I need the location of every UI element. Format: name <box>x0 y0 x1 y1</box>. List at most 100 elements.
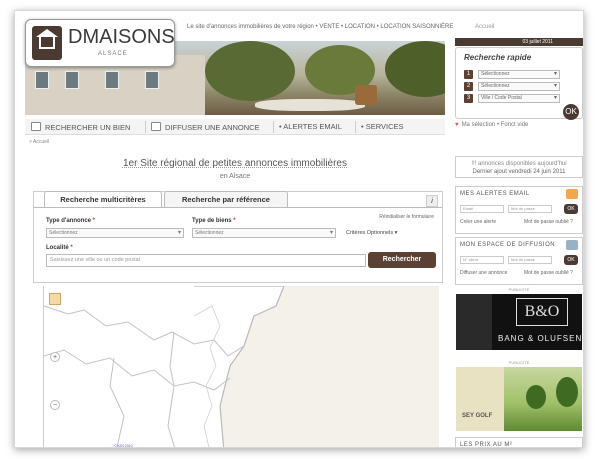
email-alerts-title: MES ALERTES EMAIL <box>460 191 530 197</box>
tab-multicriteria[interactable]: Recherche multicritères <box>44 191 162 208</box>
quick-select-bien[interactable]: Sélectionnez <box>478 82 560 91</box>
banner-tree <box>205 41 295 101</box>
banner-table <box>255 99 365 111</box>
heart-icon: ♥ <box>455 122 459 128</box>
search-panel: Recherche multicritères Recherche par ré… <box>33 191 443 283</box>
diffusion-title: MON ESPACE DE DIFFUSION <box>460 242 556 248</box>
current-date: 03 juillet 2011 <box>522 39 554 45</box>
create-alert-link[interactable]: Créer une alerte <box>460 219 496 225</box>
page-headline: 1er Site régional de petites annonces im… <box>25 158 445 169</box>
quick-search-row: 1 Sélectionnez <box>464 70 574 79</box>
ad-tree <box>526 385 546 409</box>
stats-available: !!! annonces disponibles aujourd'hui <box>471 161 567 167</box>
map-zoom-out-button[interactable]: − <box>50 400 60 410</box>
nav-alertes[interactable]: • ALERTES EMAIL <box>279 122 342 131</box>
forgot-password-link[interactable]: Mot de passe oublié ? <box>524 219 573 225</box>
site-logo[interactable]: DMAISONS ALSACE <box>25 19 175 67</box>
quick-search-title: Recherche rapide <box>464 53 532 62</box>
site-tagline: Le site d'annonces immobilières de votre… <box>187 24 454 30</box>
diffusion-client-field[interactable]: N° client <box>460 256 504 264</box>
post-ad-link[interactable]: Diffuser une annonce <box>460 270 507 276</box>
email-alert-email-field[interactable]: Email <box>460 205 504 213</box>
quick-search-go-button[interactable]: OK <box>563 104 579 120</box>
quick-input-ville[interactable]: Ville / Code Postal <box>478 94 560 103</box>
tab-reference[interactable]: Recherche par référence <box>164 191 288 207</box>
diffusion-space-box: MON ESPACE DE DIFFUSION N° client Mot de… <box>455 237 583 285</box>
type-bien-label: Type de biens * <box>192 218 236 224</box>
region-subtitle: en Alsace <box>219 173 251 180</box>
quick-search-box: Recherche rapide 1 Sélectionnez 2 Sélect… <box>455 47 583 120</box>
nav-divider <box>273 121 274 133</box>
ad-golf-name: SEY GOLF <box>462 413 493 419</box>
main-nav: RECHERCHER UN BIEN DIFFUSER UNE ANNONCE … <box>25 119 445 135</box>
edit-note-icon <box>566 240 578 250</box>
type-annonce-select[interactable]: Sélectionnez <box>46 228 184 238</box>
selection-tool: Fonct vide <box>500 122 529 128</box>
reset-form-link[interactable]: Réinitialiser le formulaire <box>379 214 434 220</box>
step-number: 2 <box>464 82 473 91</box>
edit-icon <box>151 122 161 131</box>
map-pan-control[interactable] <box>49 293 61 305</box>
tab-divider <box>34 207 442 208</box>
banner-window <box>145 71 159 89</box>
optional-criteria-toggle[interactable]: Critères Optionnels ▾ <box>346 230 397 236</box>
selection-separator: • <box>496 122 500 128</box>
map-credit: © IGN 2010 <box>114 444 133 448</box>
email-alert-ok-button[interactable]: OK <box>564 204 578 214</box>
date-bar: 03 juillet 2011 <box>455 38 583 46</box>
page-frame: Le site d'annonces immobilières de votre… <box>14 10 584 448</box>
nav-label: DIFFUSER UNE ANNONCE <box>165 123 260 132</box>
type-bien-select[interactable]: Sélectionnez <box>192 228 336 238</box>
diffusion-password-field[interactable]: Mot de passe <box>508 256 552 264</box>
email-alerts-box: MES ALERTES EMAIL Email Mot de passe OK … <box>455 186 583 234</box>
email-alert-password-field[interactable]: Mot de passe <box>508 205 552 213</box>
type-annonce-label: Type d'annonce * <box>46 218 96 224</box>
map-borders <box>44 286 439 447</box>
listing-stats: !!! annonces disponibles aujourd'hui Der… <box>455 156 583 178</box>
map-zoom-in-button[interactable]: + <box>50 352 60 362</box>
quick-search-row: 3 Ville / Code Postal <box>464 94 574 103</box>
step-number: 3 <box>464 94 473 103</box>
ad-label: PUBLICITÉ <box>508 287 530 292</box>
quick-search-row: 2 Sélectionnez <box>464 82 574 91</box>
search-button[interactable]: Rechercher <box>368 252 436 268</box>
quick-select-annonce[interactable]: Sélectionnez <box>478 70 560 79</box>
step-number: 1 <box>464 70 473 79</box>
nav-divider <box>355 121 356 133</box>
logo-subtext: ALSACE <box>98 51 128 57</box>
breadcrumb[interactable]: > Accueil <box>29 139 49 145</box>
stats-last-added: Dernier ajout vendredi 24 juin 2011 <box>472 169 566 175</box>
banner-pot <box>355 85 377 105</box>
banner-window <box>105 71 119 89</box>
bo-logo: B&O <box>516 298 568 326</box>
diffusion-ok-button[interactable]: OK <box>564 255 578 265</box>
nav-label: RECHERCHER UN BIEN <box>45 123 131 132</box>
localite-input[interactable]: Saisissez une ville ou un code postal <box>46 254 366 267</box>
home-link[interactable]: Accueil <box>475 24 494 30</box>
banner-window <box>65 71 79 89</box>
nav-diffuser[interactable]: DIFFUSER UNE ANNONCE <box>151 122 260 132</box>
my-selection[interactable]: ♥ Ma sélection • Fonct vide <box>455 122 528 128</box>
info-icon[interactable]: i <box>426 195 438 207</box>
golf-logo-panel <box>456 367 504 431</box>
price-box-title: LES PRIX AU M² <box>460 442 513 448</box>
region-map[interactable]: + − © IGN 2010 <box>43 286 439 448</box>
ad-bang-olufsen[interactable]: B&O BANG & OLUFSEN <box>456 294 582 350</box>
price-box: LES PRIX AU M² <box>455 437 583 448</box>
nav-services[interactable]: • SERVICES <box>361 122 404 131</box>
ad-brand-name: BANG & OLUFSEN <box>498 334 582 343</box>
selection-label: Ma sélection <box>461 122 496 128</box>
nav-divider <box>145 121 146 133</box>
ad-tree <box>556 377 578 407</box>
ad-photo <box>456 294 492 350</box>
logo-text: DMAISONS <box>68 26 175 48</box>
ad-golf[interactable]: SEY GOLF <box>456 367 582 431</box>
banner-window <box>35 71 49 89</box>
nav-rechercher[interactable]: RECHERCHER UN BIEN <box>31 122 130 132</box>
headline-text: 1er Site régional de petites annonces im… <box>122 158 347 169</box>
mail-icon <box>566 189 578 199</box>
house-logo-icon <box>32 26 62 60</box>
forgot-password-link[interactable]: Mot de passe oublié ? <box>524 270 573 276</box>
localite-label: Localité * <box>46 245 73 251</box>
search-house-icon <box>31 122 41 131</box>
